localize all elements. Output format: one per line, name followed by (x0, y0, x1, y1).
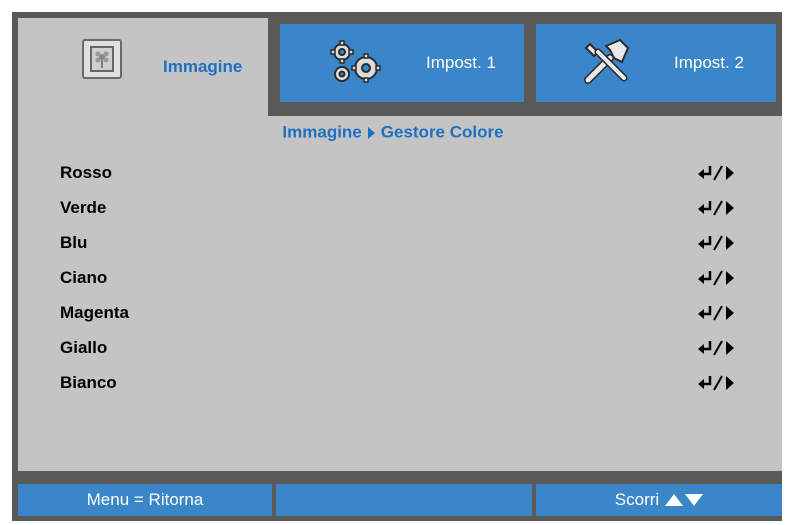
picture-icon (82, 39, 122, 79)
enter-right-icon (696, 337, 744, 359)
arrow-down-icon (685, 494, 704, 506)
menu-item-label: Blu (60, 232, 88, 252)
menu-return-label: Menu = Ritorna (86, 490, 204, 509)
footer-blank-button (276, 484, 532, 516)
menu-item-verde[interactable]: Verde (24, 190, 764, 225)
tab-impost-2-label: Impost. 2 (674, 53, 744, 72)
enter-right-icon (696, 372, 744, 394)
enter-right-icon (696, 302, 744, 324)
menu-item-label: Ciano (60, 267, 108, 287)
menu-item-ciano[interactable]: Ciano (24, 260, 764, 295)
menu-item-label: Rosso (60, 162, 112, 182)
menu-item-giallo[interactable]: Giallo (24, 330, 764, 365)
menu-item-label: Giallo (60, 337, 108, 357)
arrow-up-icon (665, 494, 684, 506)
menu-item-label: Bianco (60, 372, 117, 392)
scroll-label: Scorri (614, 490, 660, 509)
gears-icon (328, 38, 384, 95)
enter-right-icon (696, 162, 744, 184)
menu-item-label: Magenta (60, 302, 129, 322)
menu-item-label: Verde (60, 197, 107, 217)
menu-item-magenta[interactable]: Magenta (24, 295, 764, 330)
menu-item-blu[interactable]: Blu (24, 225, 764, 260)
scroll-button[interactable]: Scorri (536, 484, 782, 516)
tab-impost-1-label: Impost. 1 (426, 53, 496, 72)
enter-right-icon (696, 232, 744, 254)
tab-impost-1[interactable]: Impost. 1 (274, 18, 530, 108)
tab-immagine[interactable]: Immagine (18, 18, 268, 116)
tools-icon (580, 36, 632, 93)
menu-item-rosso[interactable]: Rosso (24, 155, 764, 190)
breadcrumb-arrow-icon (367, 126, 375, 139)
menu-return-button[interactable]: Menu = Ritorna (18, 484, 272, 516)
breadcrumb-parent: Immagine (282, 122, 362, 142)
color-list: Rosso Verde Blu Ciano Magenta Giallo Bia… (24, 155, 764, 400)
breadcrumb-current: Gestore Colore (380, 122, 504, 142)
tab-impost-2[interactable]: Impost. 2 (530, 18, 782, 108)
enter-right-icon (696, 197, 744, 219)
tab-immagine-label: Immagine (163, 57, 243, 76)
enter-right-icon (696, 267, 744, 289)
breadcrumb: Immagine Gestore Colore (0, 120, 786, 144)
menu-item-bianco[interactable]: Bianco (24, 365, 764, 400)
